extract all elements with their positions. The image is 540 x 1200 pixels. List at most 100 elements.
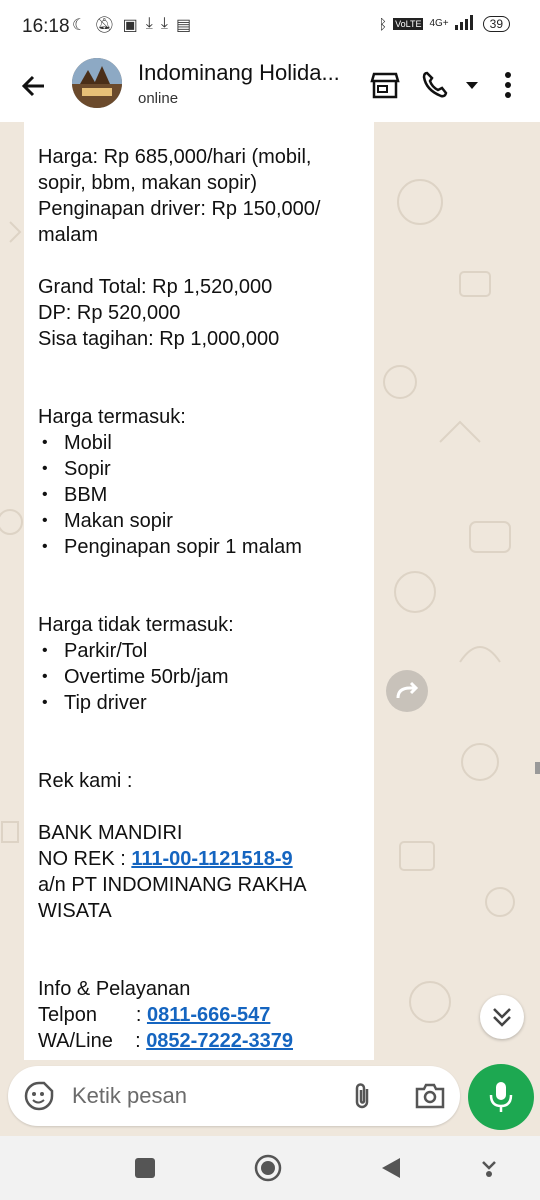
message-line-text: Harga: Rp 685,000/hari (mobil, — [38, 146, 312, 168]
chat-header: Indominang Holida... online — [0, 52, 540, 122]
message-bullet-item: Sopir — [38, 456, 366, 482]
scroll-to-bottom-button[interactable] — [480, 995, 524, 1039]
message-icon: ▤ — [175, 17, 192, 34]
message-line-text: a/n PT INDOMINANG RAKHA — [38, 874, 307, 896]
chat-area[interactable]: Harga: Rp 685,000/hari (mobil, sopir, bbm… — [0, 122, 540, 1062]
message-line: Info & Pelayanan — [38, 976, 366, 1002]
recents-button[interactable] — [134, 1157, 156, 1184]
message-composer[interactable]: Ketik pesan — [8, 1066, 460, 1126]
more-vertical-icon — [505, 72, 511, 98]
avatar[interactable] — [72, 58, 122, 108]
back-arrow-icon — [21, 75, 44, 97]
status-time: 16:18 — [22, 16, 70, 37]
camera-icon — [415, 1083, 445, 1109]
message-bullet-item: BBM — [38, 482, 366, 508]
download-icon-2: ⤓ — [160, 15, 168, 32]
message-line: Grand Total: Rp 1,520,000 — [38, 274, 366, 300]
nfc-icon: ▣ — [122, 17, 138, 34]
message-line-text: Sisa tagihan: Rp 1,000,000 — [38, 328, 280, 350]
chat-title[interactable]: Indominang Holida... — [138, 60, 340, 86]
status-system-icons: ᛒ VoLTE 4G+ 39 — [379, 14, 510, 33]
avatar-image-icon — [72, 58, 122, 108]
message-line-text: Overtime 50rb/jam — [64, 666, 229, 688]
emoji-sticker-icon — [24, 1081, 54, 1111]
message-line-text: BANK MANDIRI — [38, 822, 183, 844]
message-link[interactable]: 111-00-1121518-9 — [131, 848, 292, 870]
message-line: WISATA — [38, 898, 366, 924]
message-line-text: malam — [38, 224, 99, 246]
more-options-button[interactable] — [500, 70, 516, 105]
download-icon: ⤓ — [145, 15, 153, 32]
home-button[interactable] — [254, 1154, 282, 1187]
bluetooth-icon: ᛒ — [378, 15, 388, 32]
message-line-text: WA/Line : — [38, 1030, 147, 1052]
message-line: sopir, bbm, makan sopir) — [38, 170, 366, 196]
message-line: DP: Rp 520,000 — [38, 300, 366, 326]
chevron-down-dot-icon — [482, 1161, 496, 1177]
message-line: Harga tidak termasuk: — [38, 612, 366, 638]
volte-icon: VoLTE — [393, 17, 424, 30]
message-bullet-item: Parkir/Tol — [38, 638, 366, 664]
message-line-text: DP: Rp 520,000 — [38, 302, 181, 324]
status-bar: 16:18 ☾ 🔕︎ ▣ ⤓ ⤓ ▤ ᛒ VoLTE 4G+ 39 — [0, 0, 540, 52]
message-line-text: Tip driver — [64, 692, 147, 714]
shop-button[interactable] — [370, 70, 400, 105]
message-line-text: NO REK : — [38, 848, 132, 870]
muted-icon: 🔕︎ — [94, 17, 115, 34]
emoji-button[interactable] — [24, 1081, 54, 1116]
message-line: NO REK : 111-00-1121518-9 — [38, 846, 366, 872]
message-line: WA/Line : 0852-7222-3379 — [38, 1028, 366, 1054]
message-line-text: Sopir — [64, 458, 111, 480]
paperclip-icon — [355, 1083, 369, 1109]
message-line: Rek kami : — [38, 768, 366, 794]
forward-icon — [396, 681, 419, 699]
message-input[interactable]: Ketik pesan — [72, 1083, 187, 1109]
message-bullet-item: Tip driver — [38, 690, 366, 716]
message-line: Harga termasuk: — [38, 404, 366, 430]
back-nav-button[interactable] — [380, 1156, 402, 1185]
message-line-text: Harga tidak termasuk: — [38, 614, 234, 636]
call-button[interactable] — [420, 70, 480, 105]
message-line: malam — [38, 222, 366, 248]
message-line-text: Info & Pelayanan — [38, 978, 191, 1000]
message-line-text: Telpon : — [38, 1004, 147, 1026]
message-line-text: sopir, bbm, makan sopir) — [38, 172, 257, 194]
store-icon — [370, 72, 400, 99]
message-line-text: Mobil — [64, 432, 112, 454]
message-line-text: BBM — [64, 484, 108, 506]
message-line: Harga: Rp 685,000/hari (mobil, — [38, 144, 366, 170]
battery-icon: 39 — [482, 15, 510, 32]
camera-button[interactable] — [414, 1081, 446, 1116]
message-line-text: Penginapan sopir 1 malam — [64, 536, 302, 558]
network-type: 4G+ — [429, 18, 449, 29]
message-line: a/n PT INDOMINANG RAKHA — [38, 872, 366, 898]
message-bullet-item: Overtime 50rb/jam — [38, 664, 366, 690]
phone-icon — [422, 71, 478, 98]
scrollbar[interactable] — [535, 762, 540, 774]
message-link[interactable]: 0852-7222-3379 — [146, 1030, 293, 1052]
back-button[interactable] — [18, 70, 50, 102]
message-line: Penginapan driver: Rp 150,000/ — [38, 196, 366, 222]
message-bullet-item: Penginapan sopir 1 malam — [38, 534, 366, 560]
signal-icon — [454, 14, 477, 33]
message-line: Sisa tagihan: Rp 1,000,000 — [38, 326, 366, 352]
double-chevron-down-icon — [493, 1008, 511, 1027]
message-line-text: Makan sopir — [64, 510, 173, 532]
attach-button[interactable] — [348, 1081, 378, 1116]
moon-icon: ☾ — [72, 17, 87, 34]
hide-nav-button[interactable] — [480, 1158, 498, 1183]
forward-button[interactable] — [386, 670, 428, 712]
message-link[interactable]: 0811-666-547 — [147, 1004, 270, 1026]
message-line-text: Penginapan driver: Rp 150,000/ — [38, 198, 321, 220]
voice-message-button[interactable] — [468, 1064, 534, 1130]
message-bubble[interactable]: Harga: Rp 685,000/hari (mobil, sopir, bbm… — [24, 122, 374, 1060]
message-line-text: Grand Total: Rp 1,520,000 — [38, 276, 273, 298]
status-notification-icons: ☾ 🔕︎ ▣ ⤓ ⤓ ▤ — [72, 15, 191, 35]
